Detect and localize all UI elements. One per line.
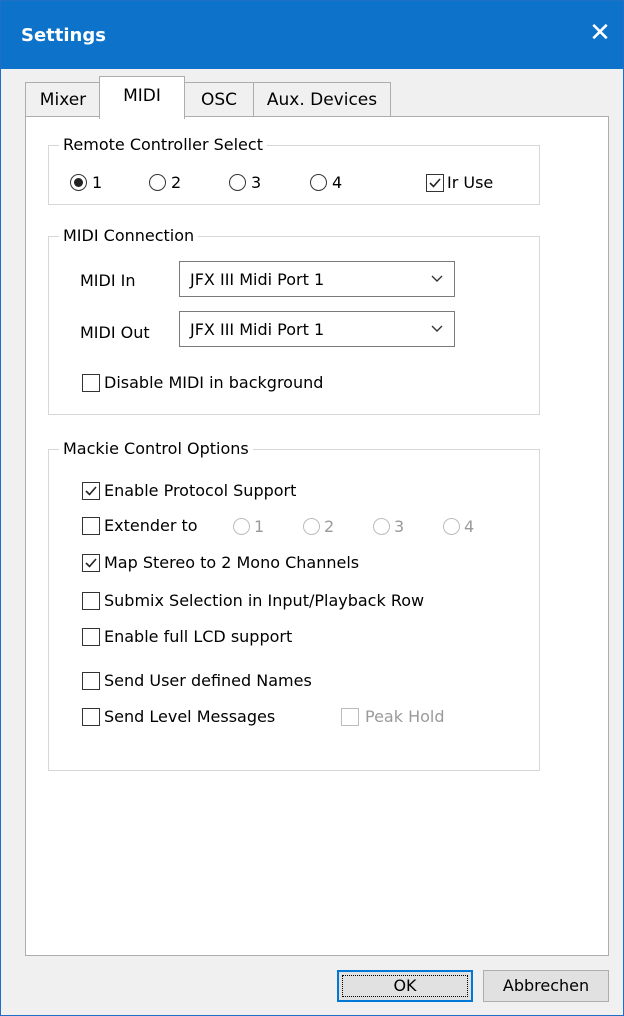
- extender-radio-4[interactable]: [443, 518, 460, 535]
- extender-radio-3[interactable]: [373, 518, 390, 535]
- extender-radio-1[interactable]: [233, 518, 250, 535]
- close-icon[interactable]: ✕: [586, 17, 614, 49]
- tab-aux-devices-label: Aux. Devices: [266, 90, 378, 110]
- midi-out-value: JFX III Midi Port 1: [190, 320, 325, 339]
- tab-midi-label: MIDI: [123, 86, 161, 106]
- remote-radio-4[interactable]: [310, 174, 327, 191]
- in-use-label: Ir Use: [447, 173, 494, 192]
- disable-midi-background-label: Disable MIDI in background: [104, 373, 324, 392]
- chevron-down-icon: [431, 325, 443, 332]
- midi-out-label: MIDI Out: [80, 323, 150, 342]
- full-lcd-checkbox[interactable]: [82, 628, 100, 646]
- full-lcd-label: Enable full LCD support: [104, 627, 293, 646]
- checkmark-icon: [85, 486, 97, 496]
- map-stereo-checkbox[interactable]: [82, 554, 100, 572]
- remote-radio-4-label: 4: [332, 173, 343, 192]
- send-user-names-label: Send User defined Names: [104, 671, 312, 690]
- extender-checkbox[interactable]: [82, 517, 100, 535]
- midi-connection-legend: MIDI Connection: [59, 226, 199, 245]
- send-level-messages-checkbox[interactable]: [82, 708, 100, 726]
- tab-midi[interactable]: MIDI: [99, 76, 185, 119]
- cancel-button-label: Abbrechen: [502, 976, 590, 995]
- midi-out-select[interactable]: JFX III Midi Port 1: [179, 311, 455, 347]
- chevron-down-icon: [431, 275, 443, 282]
- midi-in-value: JFX III Midi Port 1: [190, 270, 325, 289]
- window-title: Settings: [21, 25, 106, 46]
- submix-selection-label: Submix Selection in Input/Playback Row: [104, 591, 425, 610]
- extender-radio-3-label: 3: [394, 517, 405, 536]
- focus-indicator: [342, 975, 468, 997]
- submix-selection-checkbox[interactable]: [82, 592, 100, 610]
- remote-radio-2[interactable]: [149, 174, 166, 191]
- remote-radio-1[interactable]: [70, 174, 87, 191]
- settings-dialog: Settings ✕ Mixer MIDI OSC Aux. Devices R…: [0, 0, 624, 1016]
- enable-protocol-checkbox[interactable]: [82, 482, 100, 500]
- extender-radio-4-label: 4: [464, 517, 475, 536]
- checkmark-icon: [429, 178, 441, 188]
- in-use-checkbox[interactable]: [426, 174, 444, 192]
- tab-aux-devices[interactable]: Aux. Devices: [253, 82, 391, 117]
- remote-radio-3-label: 3: [251, 173, 262, 192]
- send-user-names-checkbox[interactable]: [82, 672, 100, 690]
- cancel-button[interactable]: Abbrechen: [483, 970, 609, 1002]
- ok-button[interactable]: OK: [337, 970, 473, 1002]
- send-level-messages-label: Send Level Messages: [104, 707, 276, 726]
- tab-mixer-label: Mixer: [39, 90, 87, 110]
- midi-in-select[interactable]: JFX III Midi Port 1: [179, 261, 455, 297]
- extender-label: Extender to: [104, 516, 198, 535]
- tab-osc-label: OSC: [200, 90, 238, 110]
- title-bar: Settings ✕: [1, 1, 623, 69]
- tab-mixer[interactable]: Mixer: [25, 82, 101, 117]
- mackie-control-legend: Mackie Control Options: [59, 439, 253, 458]
- checkmark-icon: [85, 558, 97, 568]
- map-stereo-label: Map Stereo to 2 Mono Channels: [104, 553, 360, 572]
- enable-protocol-label: Enable Protocol Support: [104, 481, 297, 500]
- remote-radio-3[interactable]: [229, 174, 246, 191]
- peak-hold-label: Peak Hold: [365, 707, 445, 726]
- midi-in-label: MIDI In: [80, 271, 136, 290]
- extender-radio-2[interactable]: [303, 518, 320, 535]
- extender-radio-2-label: 2: [324, 517, 335, 536]
- tab-osc[interactable]: OSC: [183, 82, 255, 117]
- extender-radio-1-label: 1: [254, 517, 265, 536]
- remote-controller-legend: Remote Controller Select: [59, 135, 267, 154]
- remote-radio-2-label: 2: [171, 173, 182, 192]
- disable-midi-background-checkbox[interactable]: [82, 374, 100, 392]
- remote-radio-1-label: 1: [92, 173, 103, 192]
- peak-hold-checkbox[interactable]: [341, 708, 359, 726]
